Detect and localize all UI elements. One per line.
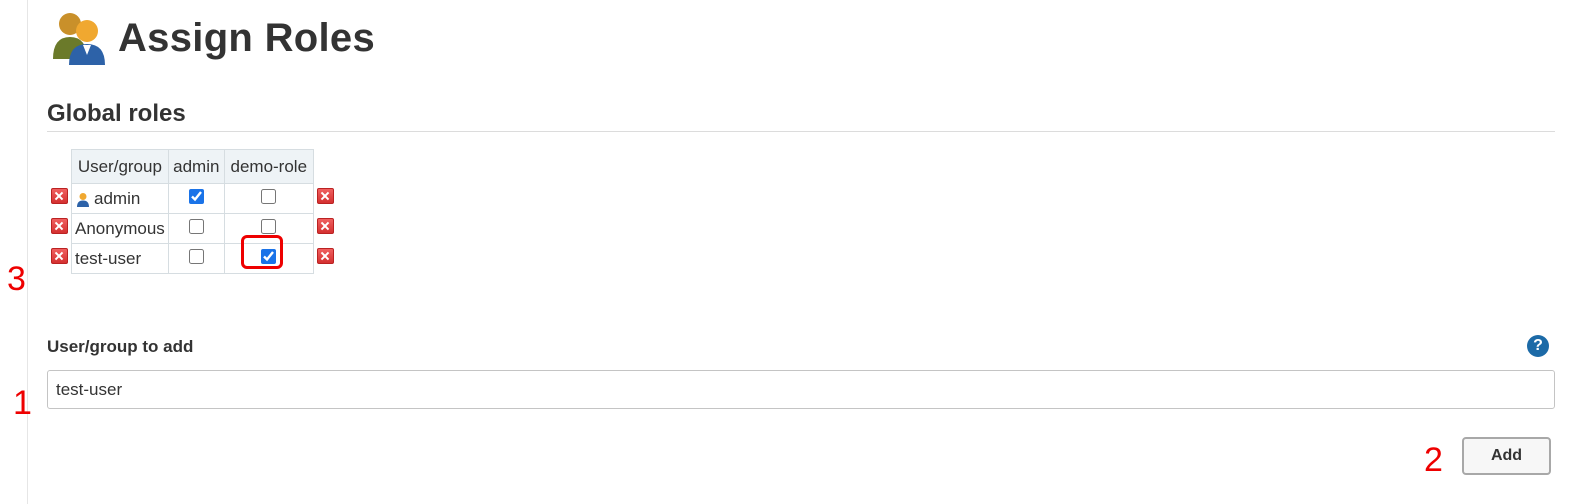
user-name-cell: Anonymous: [71, 213, 169, 244]
user-group-to-add-label: User/group to add: [47, 337, 194, 356]
add-button[interactable]: Add: [1462, 437, 1551, 475]
column-header-user-group: User/group: [71, 149, 169, 184]
table-row: Anonymous: [48, 213, 337, 244]
role-checkbox-admin[interactable]: [188, 188, 204, 204]
column-header-demo-role: demo-role: [223, 149, 314, 184]
user-name-cell: admin: [71, 183, 169, 214]
user-name: Anonymous: [75, 218, 165, 238]
global-roles-table-wrapper: User/group admin demo-role admin Anonymo…: [48, 149, 337, 274]
annotation-step-1: 1: [13, 384, 32, 422]
delete-x-icon[interactable]: [51, 188, 68, 204]
role-checkbox-demo-role[interactable]: [261, 218, 277, 234]
global-roles-table: User/group admin demo-role admin Anonymo…: [48, 149, 337, 274]
role-checkbox-admin[interactable]: [188, 218, 204, 234]
delete-x-icon[interactable]: [316, 188, 334, 204]
page-header: Assign Roles: [50, 10, 375, 66]
highlight-box: [241, 234, 284, 269]
user-name: test-user: [75, 248, 142, 268]
left-rule: [27, 0, 28, 504]
table-row: test-user: [48, 234, 337, 274]
delete-x-icon[interactable]: [316, 248, 334, 264]
user-name-cell: test-user: [71, 243, 169, 274]
delete-x-icon[interactable]: [316, 218, 334, 234]
role-checkbox-admin[interactable]: [188, 248, 204, 264]
page-title: Assign Roles: [118, 15, 375, 60]
role-checkbox-demo-role[interactable]: [261, 188, 277, 204]
help-icon[interactable]: ?: [1527, 335, 1549, 357]
annotation-step-2: 2: [1424, 441, 1443, 479]
global-roles-heading: Global roles: [47, 100, 186, 127]
section-divider: [47, 131, 1555, 132]
users-icon: [53, 13, 105, 65]
user-group-input[interactable]: [47, 370, 1555, 409]
user-icon: [77, 192, 89, 207]
table-header-row: User/group admin demo-role: [48, 149, 337, 184]
delete-x-icon[interactable]: [51, 218, 68, 234]
delete-x-icon[interactable]: [51, 248, 68, 264]
user-name: admin: [94, 188, 141, 208]
table-row: admin: [48, 183, 337, 214]
annotation-step-3: 3: [7, 260, 26, 298]
column-header-admin: admin: [167, 149, 225, 184]
